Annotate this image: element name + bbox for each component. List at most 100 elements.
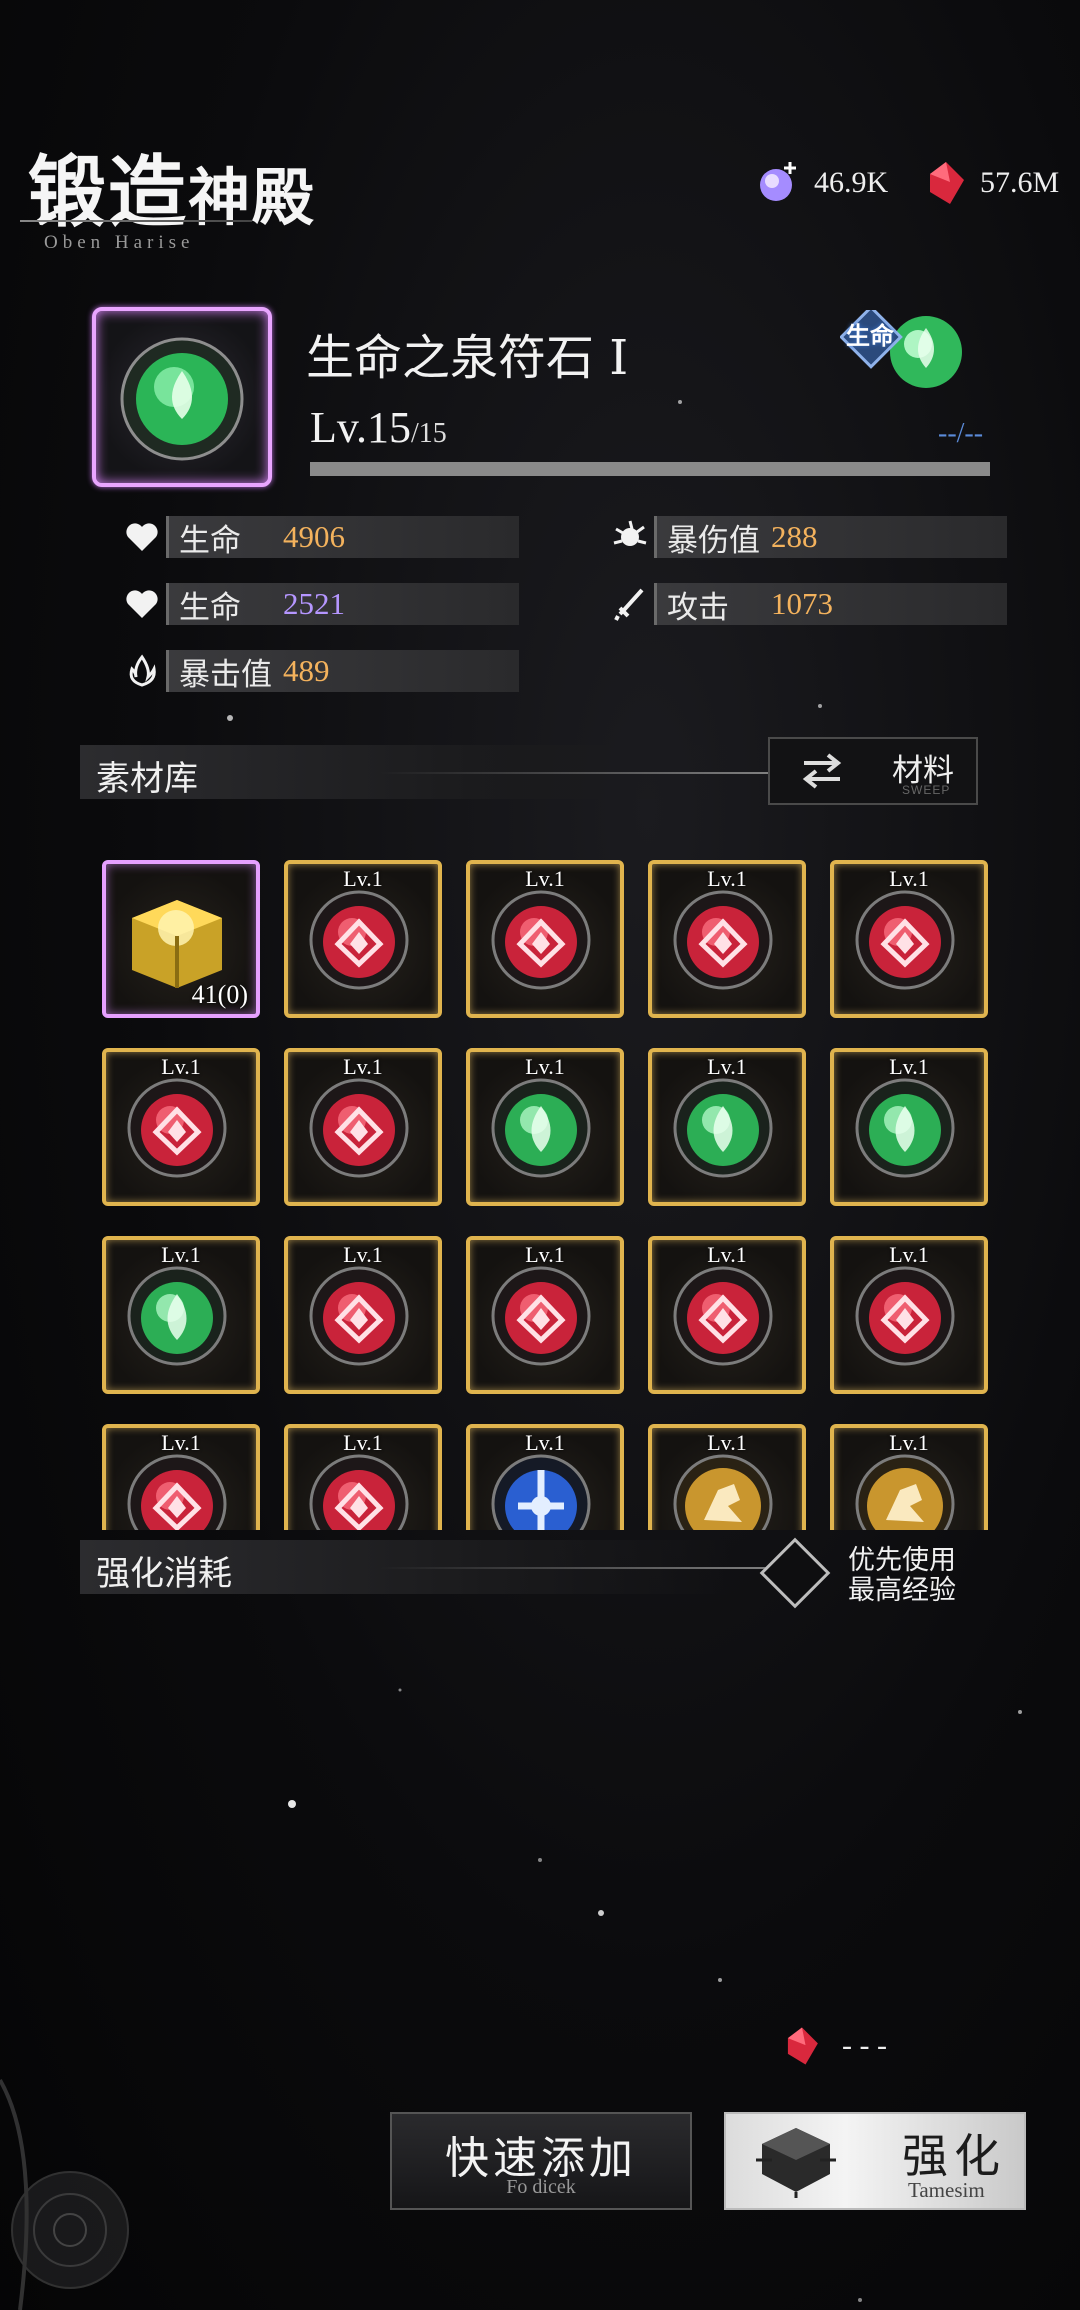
section-divider — [380, 1567, 800, 1569]
rune-slot[interactable]: Lv.1 — [648, 860, 806, 1018]
slot-level: Lv.1 — [889, 866, 929, 891]
rune-slot[interactable]: Lv.1 — [466, 1424, 624, 1530]
xp-bar-fill — [310, 462, 990, 476]
currency-red-value: 57.6M — [980, 166, 1060, 199]
enhance-cost-value: - - - — [842, 2029, 887, 2062]
section-divider — [380, 772, 800, 774]
stat-row: 攻击 1073 — [654, 583, 1007, 626]
priority-line-2: 最高经验 — [848, 1575, 956, 1606]
title-part-2: 神殿 — [188, 161, 317, 234]
rune-slot[interactable]: Lv.1 — [284, 1236, 442, 1394]
stat-label: 生命 — [179, 522, 241, 559]
life-spring-rune-icon — [120, 337, 244, 461]
quick-add-button[interactable]: 快速添加 Fo dicek — [390, 2112, 692, 2210]
ruby-icon — [930, 162, 964, 204]
item-name: 生命之泉符石 I — [306, 330, 629, 386]
item-portrait[interactable] — [92, 307, 272, 487]
slot-level: Lv.1 — [889, 1430, 929, 1455]
stat-value: 2521 — [283, 586, 345, 621]
slot-level: Lv.1 — [525, 866, 565, 891]
enhance-button[interactable]: 强化 Tamesim — [724, 2112, 1026, 2210]
slot-count: 41(0) — [191, 980, 248, 1009]
page-subtitle: Oben Harise — [44, 232, 195, 253]
rune-slot[interactable]: Lv.1 — [830, 1424, 988, 1530]
rune-slot[interactable]: Lv.1 — [648, 1236, 806, 1394]
slot-level: Lv.1 — [525, 1054, 565, 1079]
currency-purple-value: 46.9K — [814, 166, 889, 199]
sweep-sublabel: SWEEP — [902, 783, 951, 797]
material-section-label: 素材库 — [96, 759, 198, 799]
slot-level: Lv.1 — [707, 866, 747, 891]
item-level-max: /15 — [411, 418, 447, 449]
flame-icon — [122, 651, 162, 691]
stat-value: 288 — [771, 519, 818, 554]
swap-arrows-icon — [802, 753, 842, 789]
slot-level: Lv.1 — [707, 1430, 747, 1455]
rose-decoration — [0, 2079, 129, 2310]
slot-level: Lv.1 — [707, 1054, 747, 1079]
rune-slot[interactable]: Lv.1 — [102, 1048, 260, 1206]
rune-slot[interactable]: Lv.1 — [284, 1424, 442, 1530]
crystal-purple-icon — [760, 162, 796, 201]
type-badge-label: 生命 — [846, 322, 894, 350]
rune-slot[interactable]: Lv.1 — [830, 1236, 988, 1394]
rune-slot[interactable]: Lv.1 — [284, 1048, 442, 1206]
slot-level: Lv.1 — [889, 1054, 929, 1079]
item-level: Lv.15/15 — [310, 402, 447, 453]
slot-level: Lv.1 — [161, 1430, 201, 1455]
heart-icon — [122, 584, 162, 624]
rune-slot[interactable]: Lv.1 — [830, 1048, 988, 1206]
stat-label: 攻击 — [667, 589, 729, 626]
crit-damage-icon — [610, 517, 650, 557]
stat-value: 489 — [283, 653, 330, 688]
consume-section-header: 强化消耗 — [80, 1540, 800, 1594]
quick-add-sublabel: Fo dicek — [506, 2176, 576, 2198]
slot-level: Lv.1 — [161, 1242, 201, 1267]
currency-purple[interactable]: 46.9K — [752, 158, 888, 208]
rune-slot[interactable]: Lv.1 — [830, 860, 988, 1018]
stat-value: 1073 — [771, 586, 833, 621]
enhance-sublabel: Tamesim — [908, 2178, 985, 2202]
enhance-label: 强化 — [902, 2129, 1006, 2183]
slot-level: Lv.1 — [343, 1430, 383, 1455]
exp-chest-slot[interactable]: 41(0) — [102, 860, 260, 1018]
rune-slot[interactable]: Lv.1 — [284, 860, 442, 1018]
rune-slot[interactable]: Lv.1 — [466, 1048, 624, 1206]
slot-level: Lv.1 — [343, 1242, 383, 1267]
material-grid[interactable]: 41(0) Lv.1 Lv.1 Lv.1 Lv.1 Lv.1 Lv.1 Lv.1 Lv.1 Lv.… — [80, 840, 1020, 1530]
currency-red[interactable]: 57.6M — [924, 158, 1059, 208]
title-underline — [20, 220, 252, 222]
page-title: 锻造神殿 — [28, 130, 316, 242]
rune-slot[interactable]: Lv.1 — [466, 860, 624, 1018]
rune-slot[interactable]: Lv.1 — [648, 1048, 806, 1206]
item-level-value: Lv.15 — [310, 403, 412, 452]
material-section-header: 素材库 — [80, 745, 800, 799]
enhance-cost: - - - — [782, 2024, 887, 2068]
slot-level: Lv.1 — [525, 1430, 565, 1455]
sweep-button[interactable]: 材料 SWEEP — [768, 737, 978, 805]
slot-level: Lv.1 — [525, 1242, 565, 1267]
slot-level: Lv.1 — [343, 866, 383, 891]
sword-icon — [610, 584, 650, 624]
title-part-1: 锻造 — [28, 147, 189, 238]
anvil-chest-icon — [756, 2128, 836, 2198]
rune-slot[interactable]: Lv.1 — [648, 1424, 806, 1530]
stat-value: 4906 — [283, 519, 345, 554]
heart-icon — [122, 517, 162, 557]
stat-label: 暴击值 — [179, 656, 272, 693]
rune-slot[interactable]: Lv.1 — [102, 1424, 260, 1530]
priority-option-label[interactable]: 优先使用 最高经验 — [848, 1546, 956, 1606]
xp-bar — [310, 462, 990, 476]
stat-row: 暴击值 489 — [166, 650, 519, 693]
stat-label: 生命 — [179, 589, 241, 626]
slot-level: Lv.1 — [707, 1242, 747, 1267]
rune-slot[interactable]: Lv.1 — [466, 1236, 624, 1394]
stat-row: 生命 2521 — [166, 583, 519, 626]
ruby-icon — [787, 2027, 818, 2065]
consume-section-label: 强化消耗 — [96, 1554, 232, 1594]
priority-checkbox[interactable] — [759, 1537, 831, 1609]
stat-label: 暴伤值 — [667, 522, 760, 559]
slot-level: Lv.1 — [161, 1054, 201, 1079]
rune-slot[interactable]: Lv.1 — [102, 1236, 260, 1394]
priority-line-1: 优先使用 — [848, 1545, 956, 1576]
